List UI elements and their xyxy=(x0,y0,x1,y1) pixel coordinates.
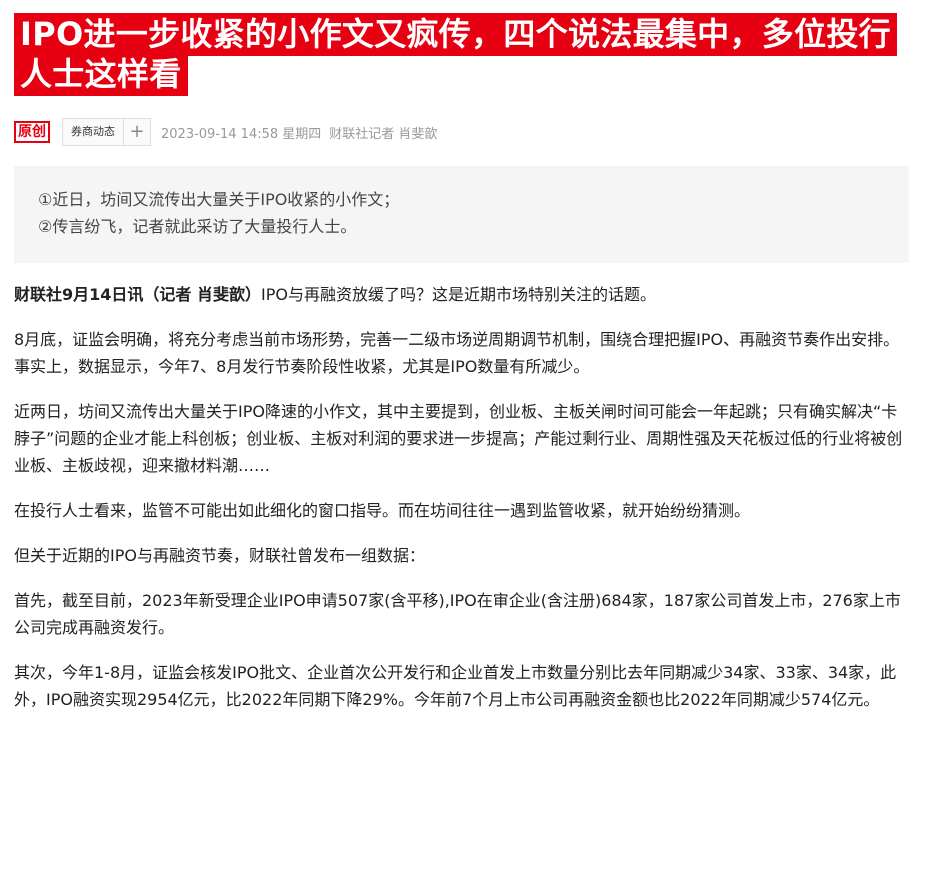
summary-point: ②传言纷飞，记者就此采访了大量投行人士。 xyxy=(38,217,357,236)
dateline: 财联社9月14日讯（记者 肖斐歆） xyxy=(14,285,261,304)
article-headline: IPO进一步收紧的小作文又疯传，四个说法最集中，多位投行人士这样看 xyxy=(14,13,909,96)
article-meta: 原创 券商动态 + 2023-09-14 14:58 星期四 财联社记者 肖斐歆 xyxy=(14,118,909,146)
lead-paragraph: 财联社9月14日讯（记者 肖斐歆）IPO与再融资放缓了吗？这是近期市场特别关注的… xyxy=(14,281,909,308)
article-body: 财联社9月14日讯（记者 肖斐歆）IPO与再融资放缓了吗？这是近期市场特别关注的… xyxy=(14,281,909,713)
topic-tag-label[interactable]: 券商动态 xyxy=(63,119,123,145)
topic-tag[interactable]: 券商动态 + xyxy=(62,118,151,146)
author-byline: 财联社记者 肖斐歆 xyxy=(329,126,438,142)
body-paragraph: 在投行人士看来，监管不可能出如此细化的窗口指导。而在坊间往往一遇到监管收紧，就开… xyxy=(14,501,751,520)
original-badge: 原创 xyxy=(14,121,50,143)
summary-point: ①近日，坊间又流传出大量关于IPO收紧的小作文； xyxy=(38,190,400,209)
body-paragraph: 近两日，坊间又流传出大量关于IPO降速的小作文，其中主要提到，创业板、主板关闸时… xyxy=(14,402,903,475)
article: IPO进一步收紧的小作文又疯传，四个说法最集中，多位投行人士这样看 原创 券商动… xyxy=(14,13,909,731)
body-paragraph: 首先，截至目前，2023年新受理企业IPO申请507家(含平移),IPO在审企业… xyxy=(14,591,901,637)
lead-text: IPO与再融资放缓了吗？这是近期市场特别关注的话题。 xyxy=(260,285,656,304)
plus-icon[interactable]: + xyxy=(123,119,150,145)
body-paragraph: 其次，今年1-8月，证监会核发IPO批文、企业首次公开发行和企业首发上市数量分别… xyxy=(14,663,897,709)
article-summary: ①近日，坊间又流传出大量关于IPO收紧的小作文； ②传言纷飞，记者就此采访了大量… xyxy=(14,166,909,263)
publish-datetime: 2023-09-14 14:58 星期四 xyxy=(161,126,322,142)
body-paragraph: 8月底，证监会明确，将充分考虑当前市场形势，完善一二级市场逆周期调节机制，围绕合… xyxy=(14,330,900,376)
headline-text: IPO进一步收紧的小作文又疯传，四个说法最集中，多位投行人士这样看 xyxy=(14,13,897,96)
body-paragraph: 但关于近期的IPO与再融资节奏，财联社曾发布一组数据： xyxy=(14,546,425,565)
